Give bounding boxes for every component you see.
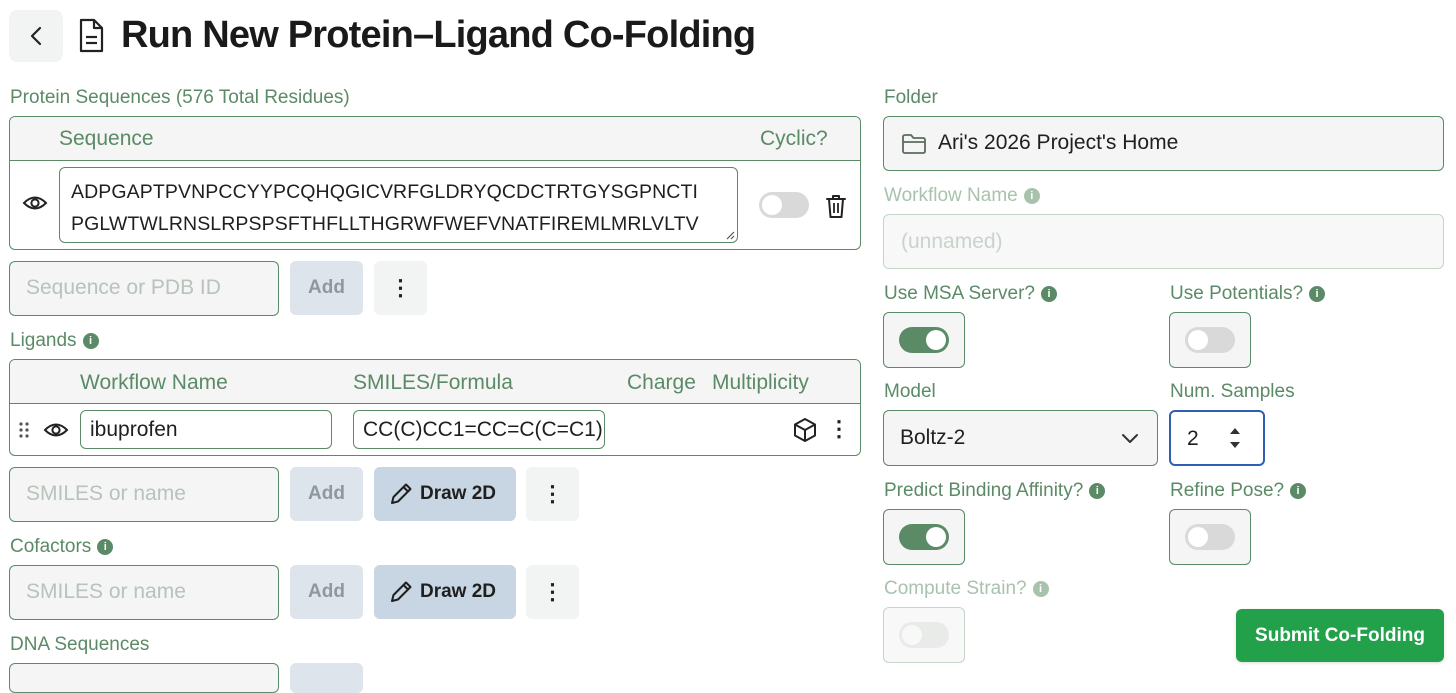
info-icon[interactable]: i [82, 333, 99, 349]
draw-2d-ligand-button[interactable]: Draw 2D [374, 467, 516, 521]
predict-binding-affinity-toggle-box [883, 509, 965, 565]
column-header-sequence: Sequence [59, 127, 154, 150]
predict-binding-affinity-toggle[interactable] [899, 524, 949, 550]
predict-binding-affinity-label: Predict Binding Affinity? i [884, 480, 1106, 502]
cube-3d-icon[interactable] [793, 417, 817, 443]
protein-sequence-table: Sequence Cyclic? ADPGAPTPVNPCCYYPCQHQGIC… [9, 116, 861, 250]
folder-selector[interactable]: Ari's 2026 Project's Home [883, 116, 1444, 171]
use-potentials-toggle-box [1169, 312, 1251, 368]
sequence-more-button[interactable]: ⋮ [374, 261, 427, 315]
info-icon[interactable]: i [1290, 483, 1307, 499]
column-header-multiplicity: Multiplicity [712, 371, 809, 394]
workflow-name-input[interactable]: (unnamed) [883, 214, 1444, 269]
info-icon[interactable]: i [1089, 483, 1106, 499]
add-cofactor-button[interactable]: Add [290, 565, 363, 619]
visibility-eye-icon[interactable] [43, 420, 69, 440]
folder-icon [902, 134, 926, 154]
cofactor-smiles-or-name-input[interactable]: SMILES or name [9, 565, 279, 620]
column-header-charge: Charge [627, 371, 696, 394]
info-icon[interactable]: i [1023, 188, 1040, 204]
chevron-down-icon [1122, 434, 1138, 443]
dna-sequence-input[interactable] [9, 663, 279, 693]
compute-strain-toggle[interactable] [899, 622, 949, 648]
add-ligand-button[interactable]: Add [290, 467, 363, 521]
ligand-smiles-or-name-input[interactable]: SMILES or name [9, 467, 279, 522]
page-title: Run New Protein–Ligand Co-Folding [121, 14, 756, 56]
model-select[interactable]: Boltz-2 [883, 410, 1158, 466]
use-msa-server-toggle[interactable] [899, 327, 949, 353]
submit-co-folding-button[interactable]: Submit Co-Folding [1236, 609, 1444, 662]
sequence-textarea[interactable]: ADPGAPTPVNPCCYYPCQHQGICVRFGLDRYQCDCTRTGY… [59, 167, 738, 243]
ligand-name-input[interactable]: ibuprofen [80, 410, 332, 449]
resize-handle-icon[interactable] [725, 230, 735, 240]
info-icon[interactable]: i [1041, 286, 1057, 302]
protein-sequences-label: Protein Sequences (576 Total Residues) [10, 87, 350, 108]
info-icon[interactable]: i [1309, 286, 1326, 302]
refine-pose-label: Refine Pose? i [1170, 480, 1307, 502]
workflow-name-label: Workflow Name i [884, 185, 1040, 207]
compute-strain-label: Compute Strain? i [884, 578, 1049, 600]
folder-label: Folder [884, 87, 938, 108]
refine-pose-toggle-box [1169, 509, 1251, 565]
trash-icon[interactable] [824, 193, 848, 219]
add-dna-button[interactable] [290, 663, 363, 693]
ligand-smiles-input[interactable]: CC(C)CC1=CC=C(C=C1) [353, 410, 605, 449]
document-icon [79, 18, 104, 53]
column-header-cyclic: Cyclic? [760, 127, 828, 150]
info-icon[interactable]: i [97, 539, 114, 555]
pencil-icon [391, 483, 412, 504]
use-potentials-toggle[interactable] [1185, 327, 1235, 353]
chevron-left-icon [30, 26, 42, 46]
sequence-or-pdb-input[interactable]: Sequence or PDB ID [9, 261, 279, 316]
visibility-eye-icon[interactable] [22, 193, 48, 213]
add-sequence-button[interactable]: Add [290, 261, 363, 315]
info-icon[interactable]: i [1032, 581, 1049, 597]
column-header-workflow-name: Workflow Name [80, 371, 228, 394]
stepper-arrows-icon[interactable] [1228, 426, 1242, 450]
ligands-table: Workflow Name SMILES/Formula Charge Mult… [9, 359, 861, 456]
drag-handle-icon[interactable] [17, 420, 31, 440]
use-msa-server-toggle-box [883, 312, 965, 368]
back-button[interactable] [9, 10, 63, 62]
ligands-label: Ligands i [10, 330, 99, 352]
cyclic-toggle[interactable] [759, 192, 809, 218]
ligand-more-button[interactable]: ⋮ [526, 467, 579, 521]
cofactors-label: Cofactors i [10, 536, 114, 558]
num-samples-label: Num. Samples [1170, 381, 1295, 402]
model-label: Model [884, 381, 936, 402]
pencil-icon [391, 581, 412, 602]
use-potentials-label: Use Potentials? i [1170, 283, 1326, 305]
num-samples-input[interactable]: 2 [1169, 410, 1265, 466]
column-header-smiles: SMILES/Formula [353, 371, 513, 394]
cofactor-more-button[interactable]: ⋮ [526, 565, 579, 619]
draw-2d-cofactor-button[interactable]: Draw 2D [374, 565, 516, 619]
compute-strain-toggle-box [883, 607, 965, 663]
refine-pose-toggle[interactable] [1185, 524, 1235, 550]
ligand-row-menu-icon[interactable]: ⋮ [828, 416, 850, 442]
dna-sequences-label: DNA Sequences [10, 634, 150, 655]
use-msa-server-label: Use MSA Server? i [884, 283, 1057, 305]
